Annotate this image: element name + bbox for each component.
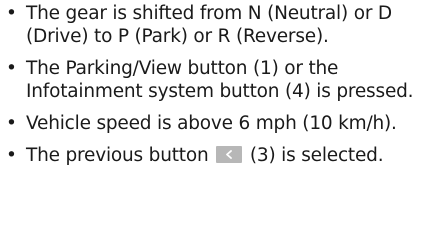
chevron-left-icon: [216, 146, 243, 163]
condition-text: The Parking/View button (1) or the Infot…: [26, 58, 414, 102]
condition-previous-button: • The previous button (3) is selected.: [6, 144, 436, 167]
condition-button-pressed: • The Parking/View button (1) or the Inf…: [6, 57, 436, 103]
conditions-list: • The gear is shifted from N (Neutral) o…: [6, 2, 436, 176]
condition-text: Vehicle speed is above 6 mph (10 km/h).: [26, 113, 397, 134]
bullet-marker: •: [6, 113, 17, 134]
condition-text: The gear is shifted from N (Neutral) or …: [26, 3, 392, 47]
condition-text-after: (3) is selected.: [249, 145, 384, 166]
condition-gear-shift: • The gear is shifted from N (Neutral) o…: [6, 2, 436, 48]
bullet-marker: •: [6, 145, 17, 166]
condition-text-before: The previous button: [26, 145, 209, 166]
chevron-left-glyph: [226, 150, 233, 159]
bullet-marker: •: [6, 58, 17, 79]
bullet-marker: •: [6, 3, 17, 24]
condition-vehicle-speed: • Vehicle speed is above 6 mph (10 km/h)…: [6, 112, 436, 135]
